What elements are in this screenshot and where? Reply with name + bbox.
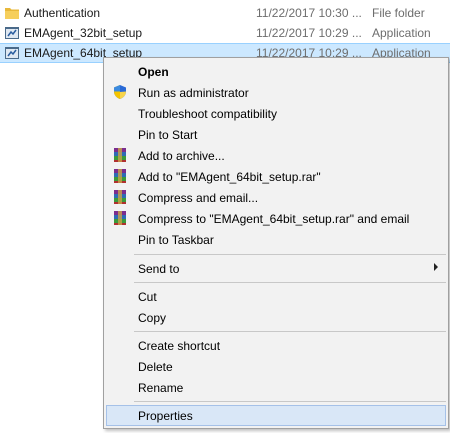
- file-name: EMAgent_32bit_setup: [24, 26, 143, 40]
- menu-item-label: Compress and email...: [138, 191, 259, 205]
- menu-item-send-to[interactable]: Send to: [106, 258, 446, 279]
- menu-item-label: Properties: [138, 409, 193, 423]
- installer-icon: [5, 27, 19, 39]
- menu-item-compress-to-rar-and-email[interactable]: Compress to "EMAgent_64bit_setup.rar" an…: [106, 208, 446, 229]
- winrar-icon: [114, 148, 126, 162]
- menu-item-label: Pin to Start: [138, 128, 198, 142]
- menu-item-troubleshoot-compatibility[interactable]: Troubleshoot compatibility: [106, 103, 446, 124]
- menu-item-label: Delete: [138, 360, 173, 374]
- menu-item-compress-and-email[interactable]: Compress and email...: [106, 187, 446, 208]
- menu-item-label: Compress to "EMAgent_64bit_setup.rar" an…: [138, 212, 410, 226]
- menu-item-label: Troubleshoot compatibility: [138, 107, 277, 121]
- winrar-icon: [114, 211, 126, 225]
- file-row-emagent-32bit[interactable]: EMAgent_32bit_setup 11/22/2017 10:29 ...…: [0, 23, 450, 43]
- menu-item-label: Add to archive...: [138, 149, 225, 163]
- menu-item-label: Open: [138, 65, 169, 79]
- file-type: File folder: [372, 6, 425, 20]
- winrar-icon: [114, 169, 126, 183]
- menu-item-properties[interactable]: Properties: [106, 405, 446, 426]
- menu-item-pin-to-start[interactable]: Pin to Start: [106, 124, 446, 145]
- menu-separator: [134, 254, 446, 255]
- menu-item-rename[interactable]: Rename: [106, 377, 446, 398]
- file-row-authentication[interactable]: Authentication 11/22/2017 10:30 ... File…: [0, 3, 450, 23]
- menu-item-label: Rename: [138, 381, 184, 395]
- menu-item-label: Pin to Taskbar: [138, 233, 214, 247]
- menu-item-label: Cut: [138, 290, 157, 304]
- menu-item-delete[interactable]: Delete: [106, 356, 446, 377]
- winrar-icon: [114, 190, 126, 204]
- menu-separator: [134, 401, 446, 402]
- menu-separator: [134, 331, 446, 332]
- file-name: Authentication: [24, 6, 101, 20]
- menu-separator: [134, 282, 446, 283]
- chevron-right-icon: [434, 263, 438, 271]
- installer-icon: [5, 47, 19, 59]
- folder-icon: [5, 8, 19, 19]
- menu-item-label: Send to: [138, 262, 180, 276]
- menu-item-label: Add to "EMAgent_64bit_setup.rar": [138, 170, 321, 184]
- menu-item-run-as-administrator[interactable]: Run as administrator: [106, 82, 446, 103]
- menu-item-label: Run as administrator: [138, 86, 249, 100]
- menu-item-label: Create shortcut: [138, 339, 221, 353]
- menu-item-create-shortcut[interactable]: Create shortcut: [106, 335, 446, 356]
- file-date: 11/22/2017 10:30 ...: [256, 6, 362, 20]
- menu-item-cut[interactable]: Cut: [106, 286, 446, 307]
- file-date: 11/22/2017 10:29 ...: [256, 26, 362, 40]
- file-type: Application: [372, 26, 431, 40]
- uac-shield-icon: [114, 85, 126, 99]
- menu-item-label: Copy: [138, 311, 167, 325]
- menu-item-open[interactable]: Open: [106, 61, 446, 82]
- menu-item-copy[interactable]: Copy: [106, 307, 446, 328]
- menu-item-add-to-rar[interactable]: Add to "EMAgent_64bit_setup.rar": [106, 166, 446, 187]
- menu-item-add-to-archive[interactable]: Add to archive...: [106, 145, 446, 166]
- context-menu: Open Run as administrator Troubleshoot c…: [103, 57, 449, 429]
- menu-item-pin-to-taskbar[interactable]: Pin to Taskbar: [106, 229, 446, 250]
